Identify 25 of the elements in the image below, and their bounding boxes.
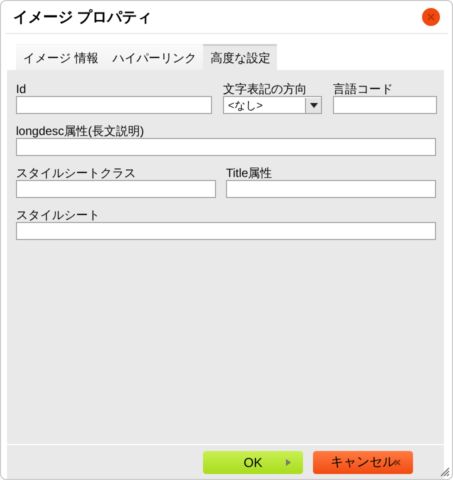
tab[interactable]: ハイパーリンク: [105, 44, 204, 70]
close-icon: [394, 458, 401, 466]
field-label: longdesc属性(長文説明): [16, 124, 146, 138]
field-label: 言語コード: [333, 82, 394, 96]
close-icon[interactable]: [421, 7, 441, 27]
tab[interactable]: イメージ 情報: [16, 44, 106, 70]
text-field[interactable]: [16, 180, 216, 198]
dropdown-arrow-icon: [310, 102, 318, 108]
field-label: Title属性: [226, 166, 274, 180]
text-field[interactable]: [226, 180, 436, 198]
ok-button[interactable]: OK: [203, 450, 303, 474]
dropdown[interactable]: <なし>: [223, 96, 322, 114]
field-label: スタイルシート: [16, 208, 101, 222]
window-title: イメージ プロパティ: [13, 8, 152, 26]
text-field[interactable]: [16, 138, 436, 156]
field-label: Id: [16, 82, 28, 96]
text-field[interactable]: [16, 222, 436, 240]
text-field[interactable]: [16, 96, 212, 114]
text-field[interactable]: [333, 96, 437, 114]
triangle-icon: [286, 458, 291, 466]
tab[interactable]: 高度な設定: [203, 44, 278, 70]
cancel-button[interactable]: キャンセル: [313, 450, 413, 474]
field-label: スタイルシートクラス: [16, 166, 137, 180]
field-label: 文字表記の方向: [223, 82, 308, 96]
resize-grip-icon[interactable]: [440, 467, 450, 477]
